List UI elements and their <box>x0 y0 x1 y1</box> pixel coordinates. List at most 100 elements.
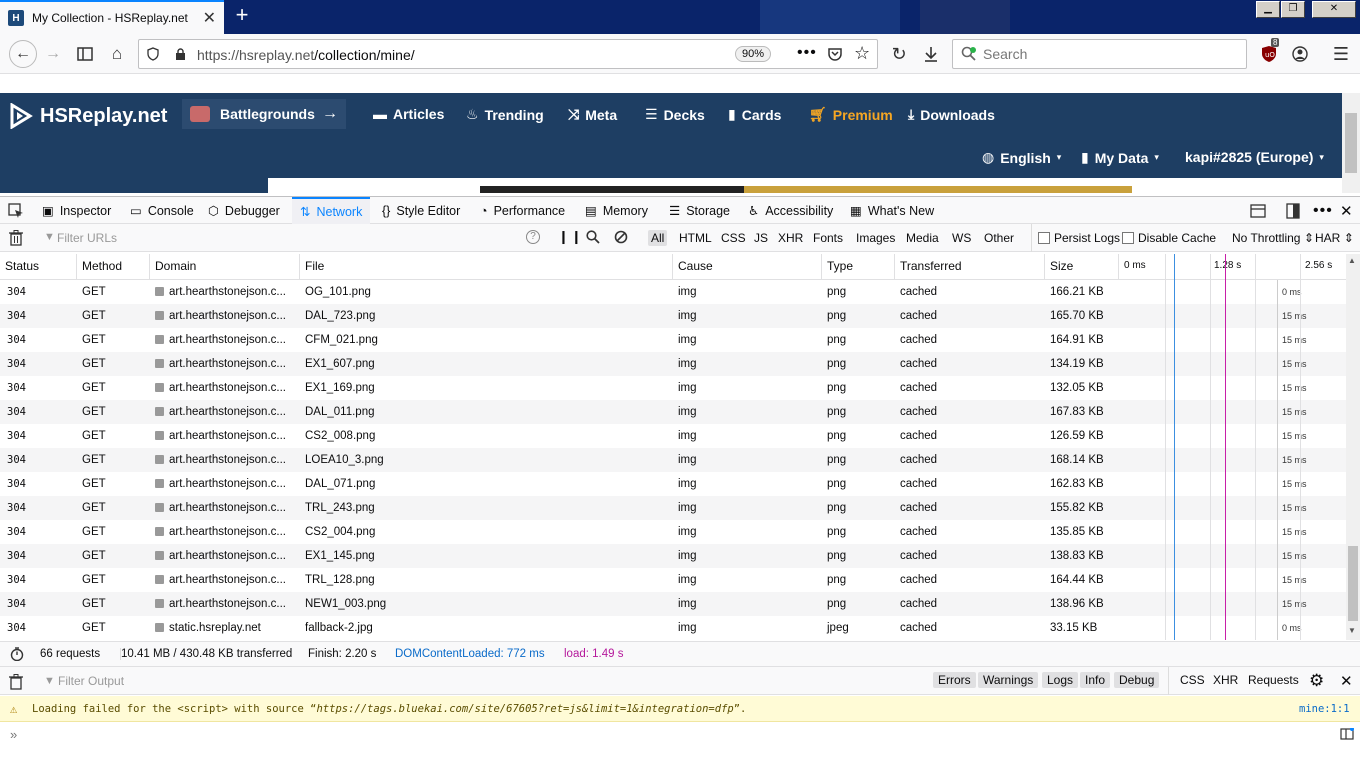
tab-debugger[interactable]: ⬡ Debugger <box>208 197 280 224</box>
console-filter-debug[interactable]: Debug <box>1114 672 1160 688</box>
close-devtools-icon[interactable]: ✕ <box>1340 197 1353 224</box>
tab-whats-new[interactable]: ▦ What's New <box>850 197 934 224</box>
dock-side-icon[interactable] <box>1286 197 1300 224</box>
console-filter-logs[interactable]: Logs <box>1042 672 1079 688</box>
tab-console[interactable]: ▭ Console <box>130 197 194 224</box>
filter-media[interactable]: Media <box>903 230 942 246</box>
page-scrollbar-thumb[interactable] <box>1345 113 1357 173</box>
search-icon[interactable] <box>586 230 600 244</box>
console-filter-css[interactable]: CSS <box>1175 672 1210 688</box>
col-transferred[interactable]: Transferred <box>895 254 1045 280</box>
ublock-icon[interactable]: uO 8 <box>1258 38 1280 65</box>
nav-premium[interactable]: 🛒︎ Premium <box>809 106 893 123</box>
filter-html[interactable]: HTML <box>676 230 715 246</box>
account-dropdown[interactable]: kapi#2825 (Europe) ▾ <box>1185 149 1324 165</box>
block-icon[interactable] <box>614 230 628 244</box>
nav-trending[interactable]: ♨ Trending <box>466 106 544 123</box>
nav-cards[interactable]: ▮ Cards <box>728 106 781 123</box>
persist-logs-checkbox[interactable] <box>1038 232 1050 244</box>
language-dropdown[interactable]: ◍ English ▾ <box>982 149 1061 166</box>
col-size[interactable]: Size <box>1045 254 1119 280</box>
search-bar[interactable]: Search <box>952 39 1247 69</box>
tab-network[interactable]: ⇅ Network <box>292 197 371 224</box>
hamburger-menu-icon[interactable]: ☰ <box>1330 43 1352 65</box>
network-scrollbar-thumb[interactable] <box>1348 546 1358 621</box>
table-row[interactable]: 304 GET art.hearthstonejson.c... DAL_011.pn… <box>0 400 1346 424</box>
gear-icon[interactable]: ⚙ <box>1309 671 1324 691</box>
back-arrow-icon[interactable]: ← <box>9 40 37 68</box>
editor-mode-icon[interactable] <box>1340 728 1354 740</box>
warning-url[interactable]: https://tags.bluekai.com/site/67605?ret=… <box>316 703 733 715</box>
col-cause[interactable]: Cause <box>673 254 822 280</box>
site-info-icon[interactable] <box>146 47 160 61</box>
nav-downloads[interactable]: ⤓ Downloads <box>908 106 995 123</box>
col-method[interactable]: Method <box>77 254 150 280</box>
url-bar[interactable]: https://hsreplay.net/collection/mine/ 90… <box>138 39 878 69</box>
col-type[interactable]: Type <box>822 254 895 280</box>
scroll-down-icon[interactable]: ▼ <box>1348 626 1356 635</box>
table-row[interactable]: 304 GET art.hearthstonejson.c... EX1_169.pn… <box>0 376 1346 400</box>
more-options-icon[interactable]: ••• <box>1313 197 1333 224</box>
warning-location-link[interactable]: mine:1:1 <box>1299 696 1350 722</box>
table-row[interactable]: 304 GET art.hearthstonejson.c... EX1_607.pn… <box>0 352 1346 376</box>
nav-meta[interactable]: ⤨ Meta <box>568 106 617 123</box>
console-filter-requests[interactable]: Requests <box>1243 672 1304 688</box>
har-menu[interactable]: HAR ⇕ <box>1315 231 1354 245</box>
close-window-button[interactable]: ✕ <box>1312 1 1356 18</box>
battlegrounds-button[interactable]: Battlegrounds → <box>182 99 346 129</box>
nav-articles[interactable]: ▬ Articles <box>373 106 444 122</box>
table-row[interactable]: 304 GET art.hearthstonejson.c... TRL_128.pn… <box>0 568 1346 592</box>
filter-fonts[interactable]: Fonts <box>810 230 846 246</box>
tab-memory[interactable]: ▤ Memory <box>585 197 648 224</box>
bookmark-star-icon[interactable]: ☆ <box>854 43 870 64</box>
col-file[interactable]: File <box>300 254 673 280</box>
active-tab[interactable]: H My Collection - HSReplay.net ✕ <box>0 0 224 34</box>
sidebar-icon[interactable] <box>74 43 96 65</box>
network-scrollbar[interactable]: ▲ ▼ <box>1346 254 1360 640</box>
console-input[interactable]: » <box>0 722 1360 768</box>
clear-trash-icon[interactable] <box>9 230 23 246</box>
lock-icon[interactable] <box>175 48 186 61</box>
tab-storage[interactable]: ☰ Storage <box>669 197 730 224</box>
tab-accessibility[interactable]: ♿︎ Accessibility <box>748 197 833 224</box>
filter-urls-input[interactable]: Filter URLs <box>57 231 117 245</box>
filter-js[interactable]: JS <box>751 230 771 246</box>
nav-decks[interactable]: ☰ Decks <box>645 106 705 123</box>
forward-arrow-icon[interactable]: → <box>42 43 64 65</box>
account-icon[interactable] <box>1289 43 1311 65</box>
table-row[interactable]: 304 GET art.hearthstonejson.c... TRL_243.pn… <box>0 496 1346 520</box>
table-row[interactable]: 304 GET art.hearthstonejson.c... CS2_008.pn… <box>0 424 1346 448</box>
filter-images[interactable]: Images <box>853 230 898 246</box>
close-split-console-icon[interactable]: ✕ <box>1340 672 1353 690</box>
console-filter-errors[interactable]: Errors <box>933 672 976 688</box>
page-actions-icon[interactable]: ••• <box>797 44 817 62</box>
tab-close-icon[interactable]: ✕ <box>203 8 216 28</box>
throttling-select[interactable]: No Throttling ⇕ <box>1232 231 1314 245</box>
download-icon[interactable] <box>920 43 942 65</box>
split-console-icon[interactable] <box>1250 197 1266 224</box>
filter-other[interactable]: Other <box>981 230 1017 246</box>
reload-icon[interactable]: ↻ <box>888 43 910 65</box>
console-filter-warnings[interactable]: Warnings <box>978 672 1039 688</box>
site-logo[interactable]: HSReplay.net <box>8 103 167 129</box>
tab-inspector[interactable]: ▣ Inspector <box>42 197 111 224</box>
table-row[interactable]: 304 GET art.hearthstonejson.c... EX1_145.pn… <box>0 544 1346 568</box>
zoom-level[interactable]: 90% <box>735 46 772 62</box>
console-filter-info[interactable]: Info <box>1080 672 1111 688</box>
clear-console-trash-icon[interactable] <box>9 674 23 690</box>
table-row[interactable]: 304 GET art.hearthstonejson.c... NEW1_003.p… <box>0 592 1346 616</box>
scroll-up-icon[interactable]: ▲ <box>1348 256 1356 265</box>
tab-style-editor[interactable]: {} Style Editor <box>382 197 460 224</box>
disable-cache-checkbox[interactable] <box>1122 232 1134 244</box>
table-row[interactable]: 304 GET art.hearthstonejson.c... OG_101.png… <box>0 280 1346 304</box>
my-data-dropdown[interactable]: ▮ My Data ▾ <box>1081 149 1159 166</box>
filter-all[interactable]: All <box>648 230 668 246</box>
table-row[interactable]: 304 GET art.hearthstonejson.c... CFM_021.pn… <box>0 328 1346 352</box>
filter-xhr[interactable]: XHR <box>775 230 806 246</box>
minimize-button[interactable]: ▁ <box>1256 1 1280 18</box>
table-row[interactable]: 304 GET art.hearthstonejson.c... DAL_723.pn… <box>0 304 1346 328</box>
filter-css[interactable]: CSS <box>718 230 749 246</box>
element-picker-icon[interactable] <box>8 197 24 224</box>
table-row[interactable]: 304 GET art.hearthstonejson.c... DAL_071.pn… <box>0 472 1346 496</box>
new-tab-button[interactable]: + <box>230 4 254 28</box>
